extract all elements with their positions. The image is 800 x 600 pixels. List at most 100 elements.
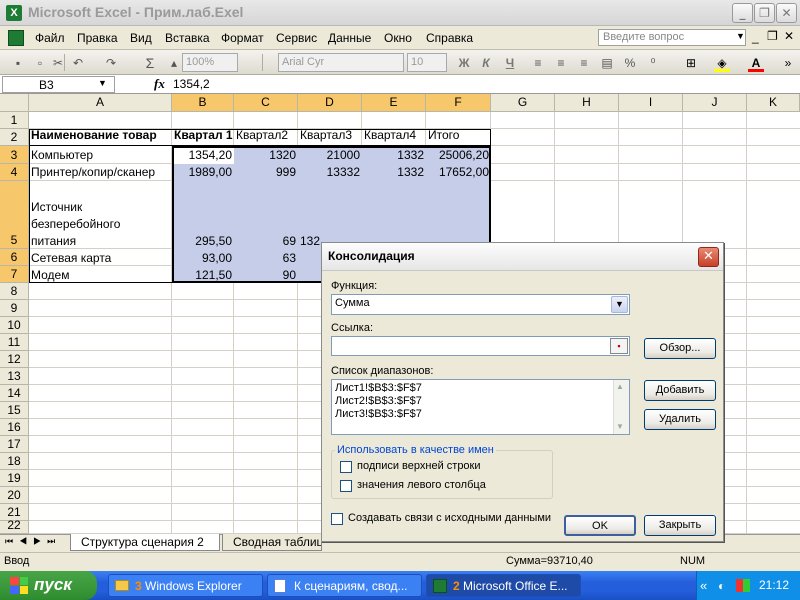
- italic-button[interactable]: К: [478, 55, 494, 70]
- decimal-icon[interactable]: ⁰: [645, 55, 661, 70]
- reference-input[interactable]: [331, 336, 630, 356]
- excel-icon[interactable]: X: [6, 5, 22, 21]
- row-header[interactable]: 3: [0, 146, 29, 164]
- column-header[interactable]: E: [362, 94, 426, 112]
- row-header[interactable]: 4: [0, 164, 29, 181]
- minimize-button[interactable]: _: [732, 3, 753, 23]
- task-scenarios[interactable]: К сценариям, свод...: [267, 574, 422, 597]
- column-header[interactable]: A: [29, 94, 172, 112]
- menu-tools[interactable]: Сервис: [276, 31, 317, 45]
- row-header[interactable]: 2: [0, 129, 29, 146]
- bold-button[interactable]: Ж: [456, 55, 472, 70]
- menu-insert[interactable]: Вставка: [165, 31, 210, 45]
- row-header[interactable]: 16: [0, 419, 29, 436]
- menu-edit[interactable]: Правка: [77, 31, 118, 45]
- font-color-icon[interactable]: A: [748, 55, 764, 70]
- align-right-icon[interactable]: ≡: [576, 55, 592, 70]
- maximize-button[interactable]: ❐: [754, 3, 775, 23]
- align-center-icon[interactable]: ≡: [553, 55, 569, 70]
- print-icon[interactable]: ▫: [32, 55, 48, 70]
- top-row-checkbox[interactable]: [340, 461, 352, 473]
- toolbar-options-icon[interactable]: »: [780, 55, 796, 70]
- volume-icon[interactable]: ◐: [718, 579, 725, 593]
- row-header[interactable]: 13: [0, 368, 29, 385]
- column-header[interactable]: F: [426, 94, 491, 112]
- column-header[interactable]: B: [172, 94, 234, 112]
- add-button[interactable]: Добавить: [644, 380, 716, 401]
- browse-button[interactable]: Обзор...: [644, 338, 716, 359]
- tray-expand-icon[interactable]: «: [700, 578, 707, 593]
- list-item[interactable]: Лист3!$B$3:$F$7: [335, 408, 422, 420]
- borders-icon[interactable]: ⊞: [683, 55, 699, 70]
- doc-restore-button[interactable]: ❐: [767, 29, 778, 43]
- menu-view[interactable]: Вид: [130, 31, 152, 45]
- row-header[interactable]: 22: [0, 518, 29, 534]
- task-windows-explorer[interactable]: 3 Windows Explorer: [108, 574, 263, 597]
- column-header[interactable]: C: [234, 94, 298, 112]
- save-icon[interactable]: ▪: [10, 55, 26, 70]
- language-icon[interactable]: [736, 579, 750, 592]
- doc-close-button[interactable]: ✕: [784, 29, 794, 43]
- row-header[interactable]: 9: [0, 300, 29, 317]
- chevron-down-icon[interactable]: ▼: [611, 296, 628, 313]
- chevron-down-icon[interactable]: ▼: [98, 78, 107, 88]
- close-button[interactable]: ✕: [776, 3, 797, 23]
- font-select[interactable]: Arial Cyr: [278, 53, 404, 72]
- column-header[interactable]: D: [298, 94, 362, 112]
- menu-format[interactable]: Формат: [221, 31, 264, 45]
- row-header[interactable]: 1: [0, 112, 29, 129]
- column-header[interactable]: H: [555, 94, 619, 112]
- formula-input[interactable]: 1354,2: [173, 77, 210, 91]
- column-header[interactable]: I: [619, 94, 683, 112]
- redo-icon[interactable]: ↷: [103, 55, 119, 70]
- scroll-down-icon[interactable]: ▼: [616, 422, 624, 431]
- column-header[interactable]: K: [747, 94, 800, 112]
- row-header[interactable]: 5: [0, 181, 29, 249]
- sort-icon[interactable]: ▴: [166, 55, 182, 70]
- left-column-checkbox[interactable]: [340, 480, 352, 492]
- column-header[interactable]: J: [683, 94, 747, 112]
- scroll-up-icon[interactable]: ▲: [616, 382, 624, 391]
- row-header[interactable]: 14: [0, 385, 29, 402]
- workbook-icon[interactable]: [8, 30, 24, 46]
- list-item[interactable]: Лист1!$B$3:$F$7: [335, 382, 422, 394]
- undo-icon[interactable]: ↶: [70, 55, 86, 70]
- percent-icon[interactable]: %: [622, 55, 638, 70]
- font-size-select[interactable]: 10: [407, 53, 447, 72]
- underline-button[interactable]: Ч: [502, 55, 518, 70]
- row-header[interactable]: 12: [0, 351, 29, 368]
- sheet-tab[interactable]: Сводная таблица: [222, 534, 322, 551]
- task-microsoft-office[interactable]: 2 Microsoft Office E...: [426, 574, 581, 597]
- menu-data[interactable]: Данные: [328, 31, 371, 45]
- dialog-close-button[interactable]: ✕: [698, 247, 719, 267]
- select-all-corner[interactable]: [0, 94, 29, 112]
- close-dialog-button[interactable]: Закрыть: [644, 515, 716, 536]
- row-header[interactable]: 15: [0, 402, 29, 419]
- align-left-icon[interactable]: ≡: [530, 55, 546, 70]
- row-header[interactable]: 10: [0, 317, 29, 334]
- help-search-input[interactable]: Введите вопрос: [598, 29, 746, 46]
- menu-file[interactable]: Файл: [35, 31, 65, 45]
- row-header[interactable]: 19: [0, 470, 29, 487]
- column-header[interactable]: G: [491, 94, 555, 112]
- fill-color-icon[interactable]: ◈: [714, 55, 730, 70]
- autosum-icon[interactable]: Σ: [142, 55, 158, 71]
- sheet-nav-arrows[interactable]: ⏮◀▶⏭: [5, 536, 61, 547]
- zoom-select[interactable]: 100%: [182, 53, 238, 72]
- list-item[interactable]: Лист2!$B$3:$F$7: [335, 395, 422, 407]
- row-header[interactable]: 18: [0, 453, 29, 470]
- menu-help[interactable]: Справка: [426, 31, 473, 45]
- delete-button[interactable]: Удалить: [644, 409, 716, 430]
- menu-window[interactable]: Окно: [384, 31, 412, 45]
- chevron-down-icon[interactable]: ▼: [736, 31, 745, 41]
- ok-button[interactable]: OK: [564, 515, 636, 536]
- function-select[interactable]: Сумма: [331, 294, 630, 315]
- row-header[interactable]: 17: [0, 436, 29, 453]
- function-icon[interactable]: fx: [154, 76, 165, 92]
- row-header[interactable]: 11: [0, 334, 29, 351]
- merge-center-icon[interactable]: ▤: [599, 55, 615, 70]
- create-links-checkbox[interactable]: [331, 513, 343, 525]
- row-header[interactable]: 8: [0, 283, 29, 300]
- doc-minimize-button[interactable]: _: [752, 30, 759, 44]
- row-header[interactable]: 6: [0, 249, 29, 266]
